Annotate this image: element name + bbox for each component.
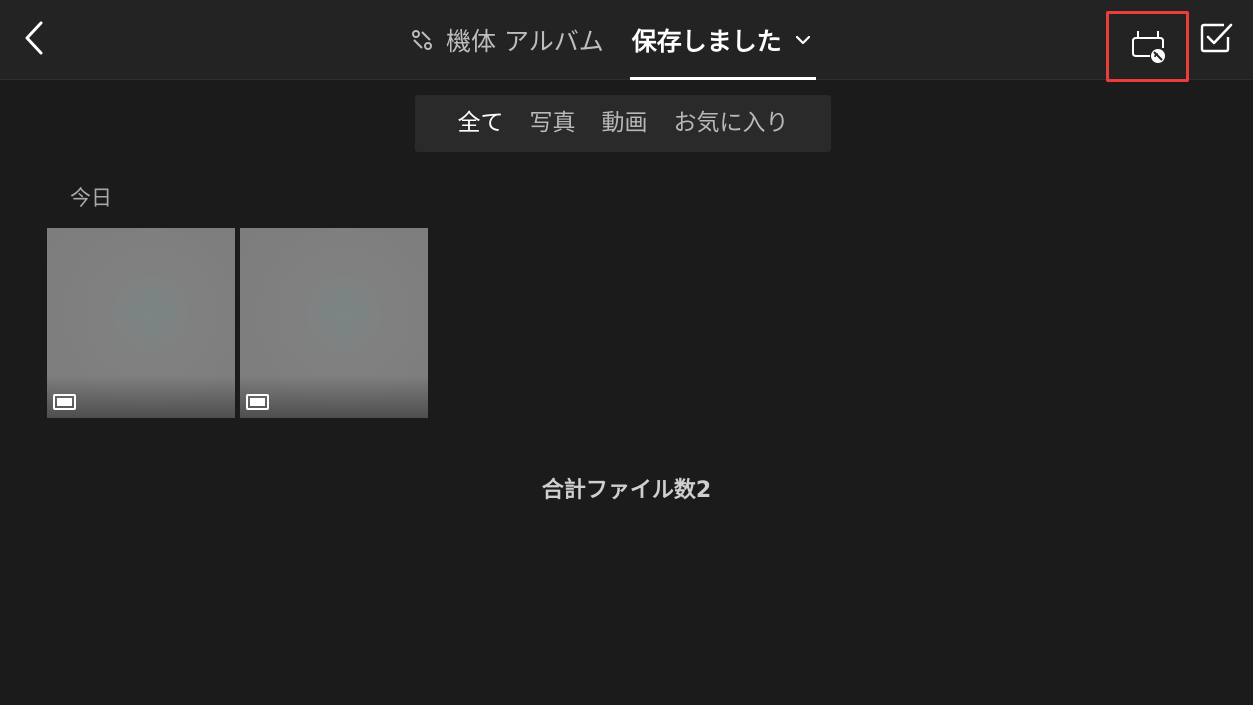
- tab-saved-label: 保存しました: [631, 27, 782, 56]
- filter-videos[interactable]: 動画: [589, 95, 661, 152]
- filter-all[interactable]: 全て: [445, 95, 517, 152]
- total-file-count: 合計ファイル数2: [541, 478, 712, 503]
- tab-aircraft-album[interactable]: 機体 アルバム: [410, 0, 630, 80]
- chevron-down-icon: [794, 34, 812, 46]
- remote-controller-button[interactable]: [1106, 11, 1189, 82]
- drone-icon: [410, 28, 434, 52]
- filter-photos[interactable]: 写真: [517, 95, 589, 152]
- tab-saved[interactable]: 保存しました: [629, 0, 816, 80]
- media-thumbnail[interactable]: [47, 228, 235, 418]
- tab-aircraft-album-label: 機体 アルバム: [446, 27, 604, 56]
- photo-type-icon: [53, 394, 76, 410]
- photo-type-icon: [246, 394, 269, 410]
- chevron-left-icon: [25, 21, 43, 55]
- top-bar: 機体 アルバム 保存しました: [0, 0, 1253, 82]
- back-button[interactable]: [14, 18, 54, 58]
- media-thumbnail[interactable]: [240, 228, 428, 418]
- date-group-label: 今日: [70, 186, 112, 210]
- select-button[interactable]: [1196, 18, 1236, 58]
- rc-no-connection-icon: [1131, 30, 1165, 63]
- media-filter-bar: 全て 写真 動画 お気に入り: [415, 95, 831, 152]
- filter-favorites[interactable]: お気に入り: [661, 95, 802, 152]
- checkbox-icon: [1200, 23, 1233, 53]
- album-tabs: 機体 アルバム 保存しました: [410, 0, 816, 80]
